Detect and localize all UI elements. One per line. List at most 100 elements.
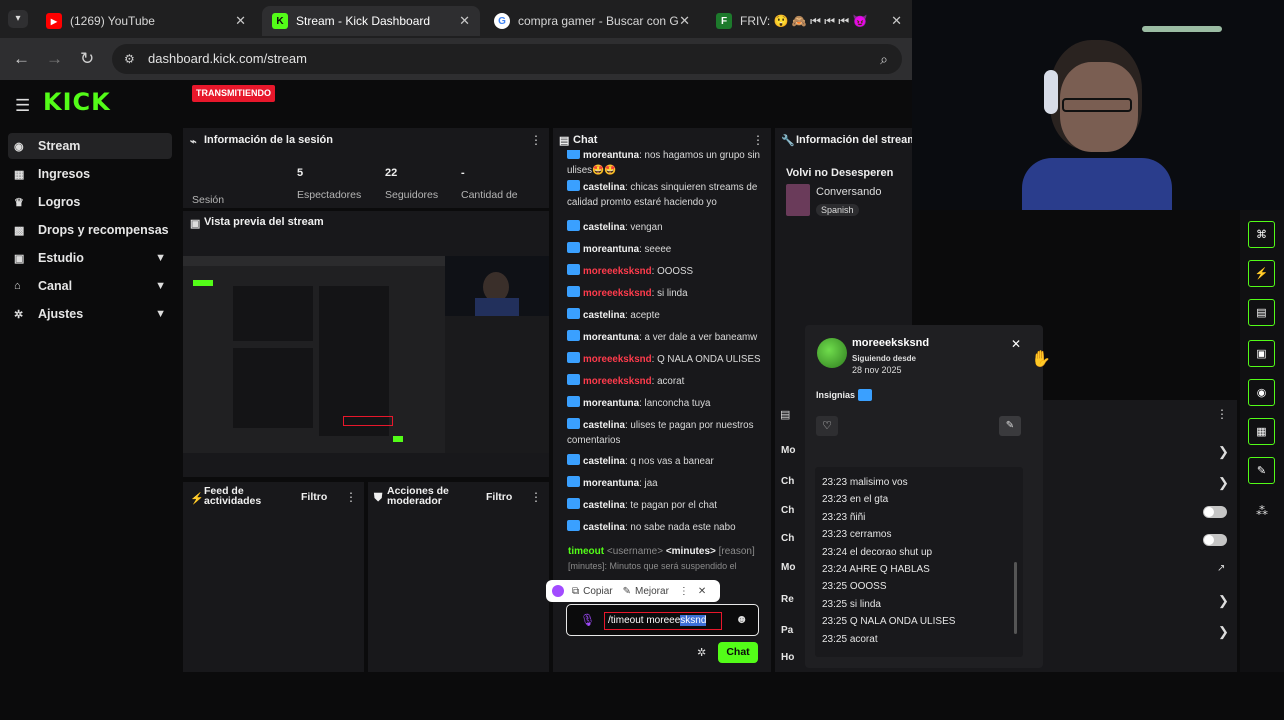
kick-logo[interactable]: KICK bbox=[43, 88, 111, 116]
chat-username[interactable]: castelina bbox=[583, 456, 625, 467]
url-field[interactable]: ⚙ dashboard.kick.com/stream ⌕ bbox=[112, 44, 902, 74]
sidebar-item-estudio[interactable]: ▣ Estudio ▼ bbox=[8, 245, 172, 271]
tab-friv[interactable]: F FRIV: 😲 🙈 ⏮ ⏮ ⏮ 😈 ✕ bbox=[706, 6, 912, 36]
chat-icon[interactable]: ▣ bbox=[1248, 340, 1275, 367]
chat-message[interactable]: moreantuna: lanconcha tuya bbox=[567, 396, 767, 411]
chat-message[interactable]: castelina: acepte bbox=[567, 308, 767, 323]
moderation-row-label[interactable]: Re bbox=[781, 594, 794, 605]
sidebar-item-ajustes[interactable]: ✲ Ajustes ▼ bbox=[8, 301, 172, 327]
toggle-switch[interactable] bbox=[1203, 506, 1227, 518]
bolt-icon[interactable]: ⚡ bbox=[1248, 260, 1275, 287]
chat-message[interactable]: moreantuna: nos hagamos un grupo sin uli… bbox=[567, 150, 767, 178]
user-avatar[interactable] bbox=[817, 338, 847, 368]
chat-username[interactable]: moreeeksksnd bbox=[583, 376, 652, 387]
moderation-row-label[interactable]: Ho bbox=[781, 652, 794, 663]
mod-filter-button[interactable]: Filtro bbox=[486, 491, 512, 503]
chat-username[interactable]: castelina bbox=[583, 182, 625, 193]
site-info-icon[interactable]: ⚙ bbox=[124, 44, 135, 74]
sidebar-item-ingresos[interactable]: ▦ Ingresos bbox=[8, 161, 172, 187]
layout-icon[interactable]: ▦ bbox=[1248, 418, 1275, 445]
chat-message[interactable]: castelina: te pagan por el chat bbox=[567, 498, 767, 513]
chevron-right-icon[interactable]: ❯ bbox=[1218, 475, 1229, 491]
close-icon[interactable]: ✕ bbox=[235, 13, 246, 29]
chat-input-value[interactable]: /timeout moreeesksnd bbox=[604, 612, 722, 630]
chat-username[interactable]: moreeeksksnd bbox=[583, 354, 652, 365]
reload-icon[interactable]: ↻ bbox=[80, 49, 94, 69]
improve-button[interactable]: Mejorar bbox=[635, 586, 669, 597]
chat-message[interactable]: castelina: ulises te pagan por nuestros … bbox=[567, 418, 767, 448]
chat-username[interactable]: moreantuna bbox=[583, 244, 639, 255]
back-icon[interactable]: ← bbox=[13, 49, 30, 69]
chat-message[interactable]: moreeeksksnd: Q NALA ONDA ULISES bbox=[567, 352, 767, 367]
document-icon[interactable]: ▤ bbox=[1248, 299, 1275, 326]
chart-icon[interactable]: ↗ bbox=[1217, 563, 1225, 574]
tab-kick-dashboard[interactable]: K Stream - Kick Dashboard ✕ bbox=[262, 6, 480, 36]
camera-icon[interactable]: ⌘ bbox=[1248, 221, 1275, 248]
tab-google-search[interactable]: G compra gamer - Buscar con Go ✕ bbox=[484, 6, 700, 36]
close-icon[interactable]: ✕ bbox=[698, 586, 706, 597]
broadcast-icon[interactable]: ◉ bbox=[1248, 379, 1275, 406]
emoji-icon[interactable]: ☻ bbox=[735, 612, 748, 626]
chat-username[interactable]: castelina bbox=[583, 522, 625, 533]
wrench-icon[interactable]: ✎ bbox=[1248, 457, 1275, 484]
chat-message[interactable]: castelina: vengan bbox=[567, 220, 767, 235]
chat-message[interactable]: moreeeksksnd: OOOSS bbox=[567, 264, 767, 279]
chat-message[interactable]: moreeeksksnd: si linda bbox=[567, 286, 767, 301]
chat-input[interactable]: 🎙 /timeout moreeesksnd ☻ bbox=[566, 604, 759, 636]
chat-message[interactable]: castelina: chicas sinquieren streams de … bbox=[567, 180, 767, 210]
chat-username[interactable]: castelina bbox=[583, 420, 625, 431]
moderation-row-label[interactable]: Ch bbox=[781, 476, 794, 487]
tab-youtube[interactable]: ▶ (1269) YouTube ✕ bbox=[36, 6, 256, 36]
chat-message[interactable]: moreantuna: jaa bbox=[567, 476, 767, 491]
close-icon[interactable]: ✕ bbox=[459, 13, 470, 29]
mic-icon[interactable]: 🎙 bbox=[580, 613, 595, 627]
tab-list-dropdown[interactable]: ▾ bbox=[8, 10, 28, 28]
close-icon[interactable]: ✕ bbox=[1011, 337, 1021, 351]
chat-username[interactable]: moreeeksksnd bbox=[583, 288, 652, 299]
kebab-menu-icon[interactable]: ⋮ bbox=[530, 490, 542, 504]
ai-assistant-icon[interactable] bbox=[552, 585, 564, 597]
more-icon[interactable]: ⋮ bbox=[679, 586, 689, 597]
close-icon[interactable]: ✕ bbox=[679, 13, 690, 29]
forward-icon[interactable]: → bbox=[46, 49, 63, 69]
chat-settings-icon[interactable]: ✲ bbox=[697, 646, 706, 659]
chat-message[interactable]: moreeeksksnd: acorat bbox=[567, 374, 767, 389]
chat-username[interactable]: castelina bbox=[583, 310, 625, 321]
chat-message[interactable]: moreantuna: seeee bbox=[567, 242, 767, 257]
sidebar-item-stream[interactable]: ◉ Stream bbox=[8, 133, 172, 159]
moderation-row-label[interactable]: Ch bbox=[781, 505, 794, 516]
popup-username[interactable]: moreeeksksnd bbox=[852, 337, 929, 349]
moderation-row-label[interactable]: Mo bbox=[781, 562, 795, 573]
activity-filter-button[interactable]: Filtro bbox=[301, 491, 327, 503]
chat-send-button[interactable]: Chat bbox=[718, 642, 758, 663]
chevron-right-icon[interactable]: ❯ bbox=[1218, 624, 1229, 640]
sidebar-item-drops[interactable]: ▩ Drops y recompensas bbox=[8, 217, 172, 243]
share-icon[interactable]: ⁂ bbox=[1256, 504, 1268, 518]
category-name[interactable]: Conversando bbox=[816, 186, 881, 198]
chat-username[interactable]: moreeeksksnd bbox=[583, 266, 652, 277]
chat-message[interactable]: moreantuna: a ver dale a ver baneamw bbox=[567, 330, 767, 345]
moderation-row-label[interactable]: Ch bbox=[781, 533, 794, 544]
chat-username[interactable]: moreantuna bbox=[583, 332, 639, 343]
chevron-right-icon[interactable]: ❯ bbox=[1218, 593, 1229, 609]
chat-username[interactable]: moreantuna bbox=[583, 398, 639, 409]
stream-preview-video[interactable] bbox=[183, 256, 549, 453]
chat-message[interactable]: castelina: q nos vas a banear bbox=[567, 454, 767, 469]
toggle-switch[interactable] bbox=[1203, 534, 1227, 546]
moderation-row-label[interactable]: Pa bbox=[781, 625, 793, 636]
copy-button[interactable]: Copiar bbox=[583, 586, 612, 597]
kebab-menu-icon[interactable]: ⋮ bbox=[1216, 407, 1228, 421]
sidebar-item-canal[interactable]: ⌂ Canal ▼ bbox=[8, 273, 172, 299]
moderation-row-label[interactable]: Mo bbox=[781, 445, 795, 456]
follow-heart-button[interactable]: ♡ bbox=[816, 416, 838, 436]
history-scrollbar[interactable] bbox=[1014, 562, 1017, 634]
close-icon[interactable]: ✕ bbox=[891, 13, 902, 29]
zoom-icon[interactable]: ⌕ bbox=[880, 44, 888, 74]
chat-username[interactable]: castelina bbox=[583, 222, 625, 233]
chat-message[interactable]: castelina: no sabe nada este nabo bbox=[567, 520, 767, 535]
sidebar-item-logros[interactable]: ♛ Logros bbox=[8, 189, 172, 215]
menu-icon[interactable]: ☰ bbox=[15, 96, 30, 116]
chevron-right-icon[interactable]: ❯ bbox=[1218, 444, 1229, 460]
chat-username[interactable]: castelina bbox=[583, 500, 625, 511]
moderation-action-button[interactable]: ✎ bbox=[999, 416, 1021, 436]
